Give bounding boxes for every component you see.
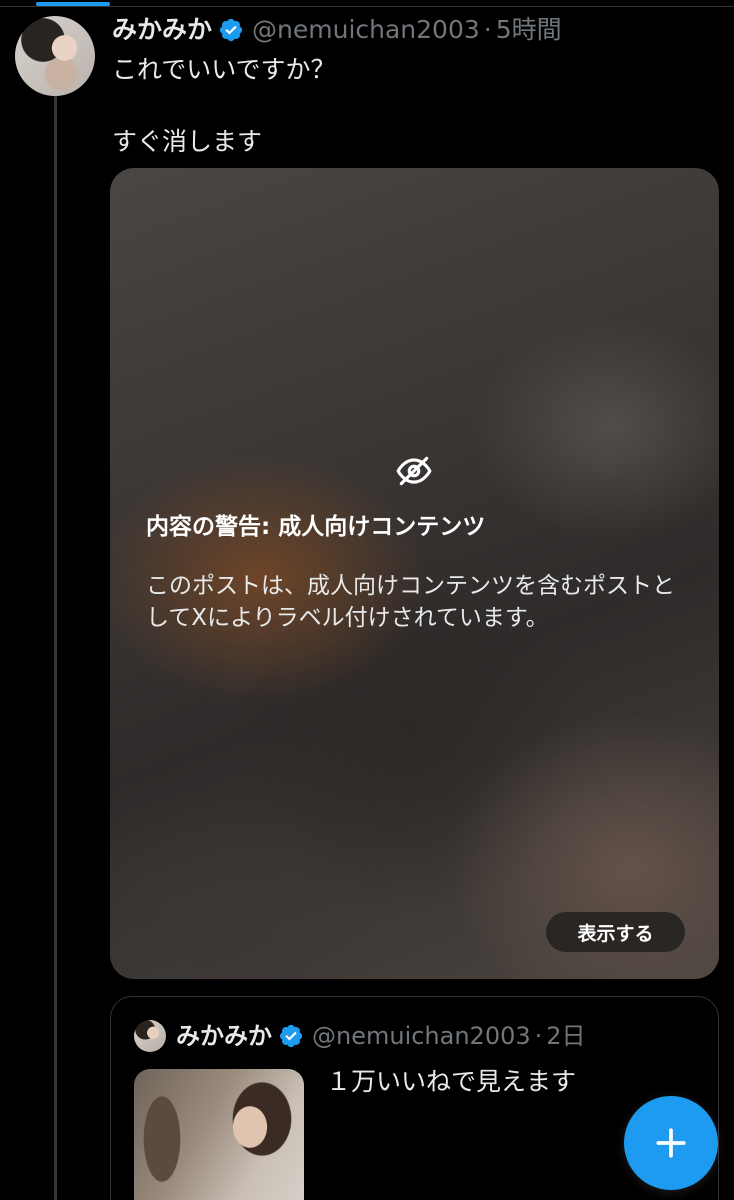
sensitive-media-card[interactable]: 内容の警告: 成人向けコンテンツ このポストは、成人向けコンテンツを含むポストと…	[110, 168, 719, 979]
timestamp[interactable]: 5時間	[496, 12, 562, 48]
verified-badge-icon	[219, 18, 243, 42]
quoted-display-name[interactable]: みかみか	[176, 1018, 272, 1054]
timeline: みかみか @nemuichan2003 · 5時間 これでいいですか？ すぐ消し…	[0, 0, 734, 1200]
quoted-timestamp[interactable]: 2日	[546, 1018, 585, 1054]
display-name[interactable]: みかみか	[112, 12, 212, 48]
compose-post-button[interactable]	[624, 1096, 718, 1190]
separator-dot: ·	[483, 15, 492, 44]
quoted-post-header: みかみか @nemuichan2003 · 2日	[176, 1018, 586, 1054]
plus-icon	[656, 1128, 686, 1158]
handle[interactable]: @nemuichan2003	[252, 12, 480, 48]
tweet-text-line: すぐ消します	[112, 127, 263, 156]
separator-dot: ·	[534, 1022, 543, 1050]
verified-badge-icon	[279, 1024, 303, 1048]
avatar[interactable]	[15, 16, 95, 96]
thread-connector-line	[54, 96, 57, 1200]
quoted-media-thumbnail[interactable]	[134, 1069, 304, 1200]
divider	[0, 6, 734, 7]
quoted-post-text: １万いいねで見えます	[326, 1067, 577, 1096]
content-warning-body: このポストは、成人向けコンテンツを含むポストとしてXによりラベル付けされています…	[146, 573, 675, 631]
tweet-text-line: これでいいですか？	[112, 55, 336, 84]
tweet-header: みかみか @nemuichan2003 · 5時間	[112, 12, 562, 48]
quoted-handle[interactable]: @nemuichan2003	[312, 1018, 531, 1054]
line-break	[112, 88, 336, 124]
content-warning-title: 内容の警告: 成人向けコンテンツ	[146, 514, 486, 540]
tweet-text: これでいいですか？ すぐ消します	[112, 52, 336, 160]
quoted-avatar[interactable]	[134, 1020, 166, 1052]
eye-off-icon	[396, 456, 432, 486]
show-media-button[interactable]: 表示する	[546, 912, 685, 952]
